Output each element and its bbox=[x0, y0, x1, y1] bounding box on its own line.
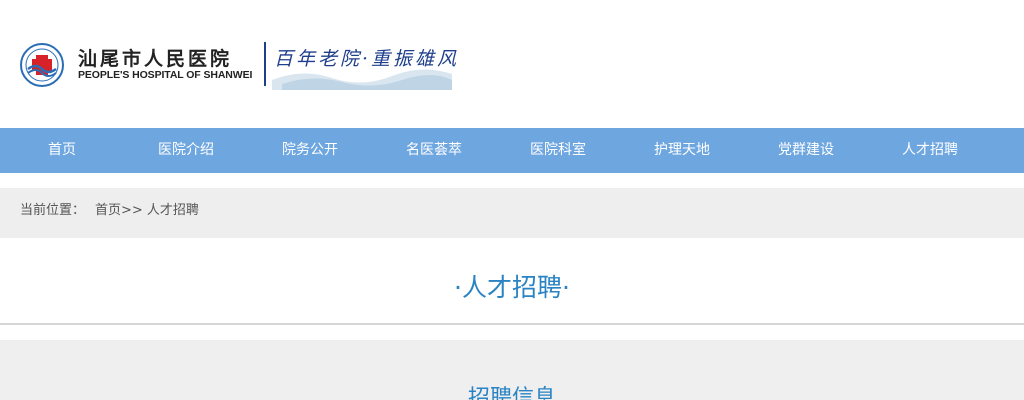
main-nav: 首页 医院介绍 院务公开 名医荟萃 医院科室 护理天地 党群建设 人才招聘 bbox=[0, 128, 1024, 173]
nav-item-hospital-intro[interactable]: 医院介绍 bbox=[124, 128, 248, 173]
hospital-name-en[interactable]: PEOPLE'S HOSPITAL OF SHANWEI bbox=[78, 69, 252, 81]
nav-item-party-building[interactable]: 党群建设 bbox=[744, 128, 868, 173]
nav-item-affairs-public[interactable]: 院务公开 bbox=[248, 128, 372, 173]
section-title: 招聘信息 bbox=[467, 386, 556, 400]
page-title-area: ·人才招聘· bbox=[0, 238, 1024, 325]
breadcrumb-home-link[interactable]: 首页 bbox=[95, 188, 121, 234]
site-header: 汕尾市人民医院 PEOPLE'S HOSPITAL OF SHANWEI 百年老… bbox=[0, 0, 1024, 128]
hospital-name-cn[interactable]: 汕尾市人民医院 bbox=[78, 44, 232, 71]
page-title: ·人才招聘· bbox=[454, 273, 570, 302]
nav-item-departments[interactable]: 医院科室 bbox=[496, 128, 620, 173]
nav-item-home[interactable]: 首页 bbox=[0, 128, 124, 173]
content-panel: 招聘信息 bbox=[0, 340, 1024, 400]
breadcrumb: 当前位置： 首页>> 人才招聘 bbox=[0, 188, 1024, 238]
hospital-slogan: 百年老院·重振雄风 bbox=[274, 48, 460, 70]
breadcrumb-current[interactable]: 人才招聘 bbox=[147, 188, 199, 234]
nav-item-recruitment[interactable]: 人才招聘 bbox=[868, 128, 992, 173]
hospital-emblem-icon[interactable] bbox=[20, 43, 64, 87]
logo-divider bbox=[264, 42, 266, 86]
nav-item-famous-doctors[interactable]: 名医荟萃 bbox=[372, 128, 496, 173]
breadcrumb-label: 当前位置： bbox=[20, 203, 86, 218]
breadcrumb-separator: >> bbox=[121, 203, 143, 218]
nav-item-nursing[interactable]: 护理天地 bbox=[620, 128, 744, 173]
